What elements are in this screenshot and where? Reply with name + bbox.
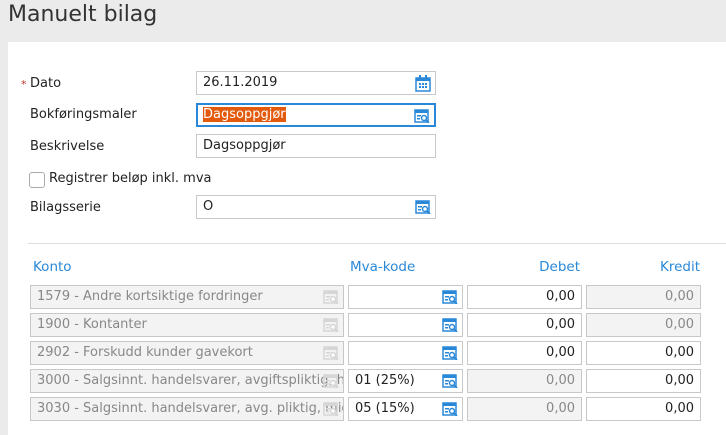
kredit-input[interactable]: 0,00 xyxy=(586,341,701,365)
kredit-input[interactable]: 0,00 xyxy=(586,397,701,421)
header-mva-kode: Mva-kode xyxy=(350,259,416,275)
lookup-icon[interactable] xyxy=(442,402,458,416)
debet-input[interactable]: 0,00 xyxy=(467,313,582,337)
bilagsserie-input[interactable]: O xyxy=(196,195,436,219)
header-debet: Debet xyxy=(539,259,580,275)
lookup-icon[interactable] xyxy=(323,290,339,304)
mva-kode-input[interactable] xyxy=(348,341,463,365)
konto-input: 2902 - Forskudd kunder gavekort xyxy=(30,341,344,365)
beskrivelse-value: Dagsoppgjør xyxy=(203,138,286,153)
dato-value: 26.11.2019 xyxy=(203,75,278,90)
lookup-icon[interactable] xyxy=(323,318,339,332)
header-konto: Konto xyxy=(33,259,72,275)
konto-value: 1900 - Kontanter xyxy=(37,317,147,332)
bokforingsmaler-value: Dagsoppgjør xyxy=(203,107,286,122)
lookup-icon[interactable] xyxy=(442,318,458,332)
bokforingsmaler-input[interactable]: Dagsoppgjør xyxy=(196,103,436,127)
lookup-icon[interactable] xyxy=(323,402,339,416)
mva-kode-value: 01 (25%) xyxy=(355,373,415,388)
divider xyxy=(28,243,726,244)
bilagsserie-label: Bilagsserie xyxy=(30,200,101,215)
bokforingsmaler-label: Bokføringsmaler xyxy=(30,107,137,122)
calendar-icon[interactable] xyxy=(415,75,431,92)
beskrivelse-label: Beskrivelse xyxy=(30,139,105,154)
lookup-icon[interactable] xyxy=(323,346,339,360)
header-kredit: Kredit xyxy=(659,259,700,275)
lookup-icon[interactable] xyxy=(414,109,430,123)
inkl-mva-label: Registrer beløp inkl. mva xyxy=(49,171,212,186)
konto-value: 1579 - Andre kortsiktige fordringer xyxy=(37,289,263,304)
inkl-mva-checkbox[interactable] xyxy=(29,172,45,188)
mva-kode-input[interactable] xyxy=(348,313,463,337)
konto-input: 1900 - Kontanter xyxy=(30,313,344,337)
konto-input: 1579 - Andre kortsiktige fordringer xyxy=(30,285,344,309)
konto-input: 3000 - Salgsinnt. handelsvarer, avgiftsp… xyxy=(30,369,344,393)
dato-input[interactable]: 26.11.2019 xyxy=(196,71,436,95)
lookup-icon[interactable] xyxy=(442,346,458,360)
kredit-input: 0,00 xyxy=(586,285,701,309)
debet-input[interactable]: 0,00 xyxy=(467,341,582,365)
bilagsserie-value: O xyxy=(203,199,214,214)
mva-kode-input[interactable] xyxy=(348,285,463,309)
debet-input: 0,00 xyxy=(467,397,582,421)
page-title: Manuelt bilag xyxy=(8,2,158,27)
mva-kode-input[interactable]: 01 (25%) xyxy=(348,369,463,393)
kredit-input[interactable]: 0,00 xyxy=(586,369,701,393)
debet-input[interactable]: 0,00 xyxy=(467,285,582,309)
lookup-icon[interactable] xyxy=(442,290,458,304)
lookup-icon[interactable] xyxy=(323,374,339,388)
konto-value: 2902 - Forskudd kunder gavekort xyxy=(37,345,253,360)
dato-label: Dato xyxy=(30,76,62,91)
kredit-input: 0,00 xyxy=(586,313,701,337)
konto-value: 3030 - Salgsinnt. handelsvarer, avg. pli… xyxy=(37,401,343,416)
konto-value: 3000 - Salgsinnt. handelsvarer, avgiftsp… xyxy=(37,373,343,388)
required-marker: * xyxy=(21,78,27,91)
lookup-icon[interactable] xyxy=(442,374,458,388)
konto-input: 3030 - Salgsinnt. handelsvarer, avg. pli… xyxy=(30,397,344,421)
mva-kode-value: 05 (15%) xyxy=(355,401,415,416)
beskrivelse-input[interactable]: Dagsoppgjør xyxy=(196,134,436,158)
lookup-icon[interactable] xyxy=(415,200,431,214)
mva-kode-input[interactable]: 05 (15%) xyxy=(348,397,463,421)
debet-input: 0,00 xyxy=(467,369,582,393)
